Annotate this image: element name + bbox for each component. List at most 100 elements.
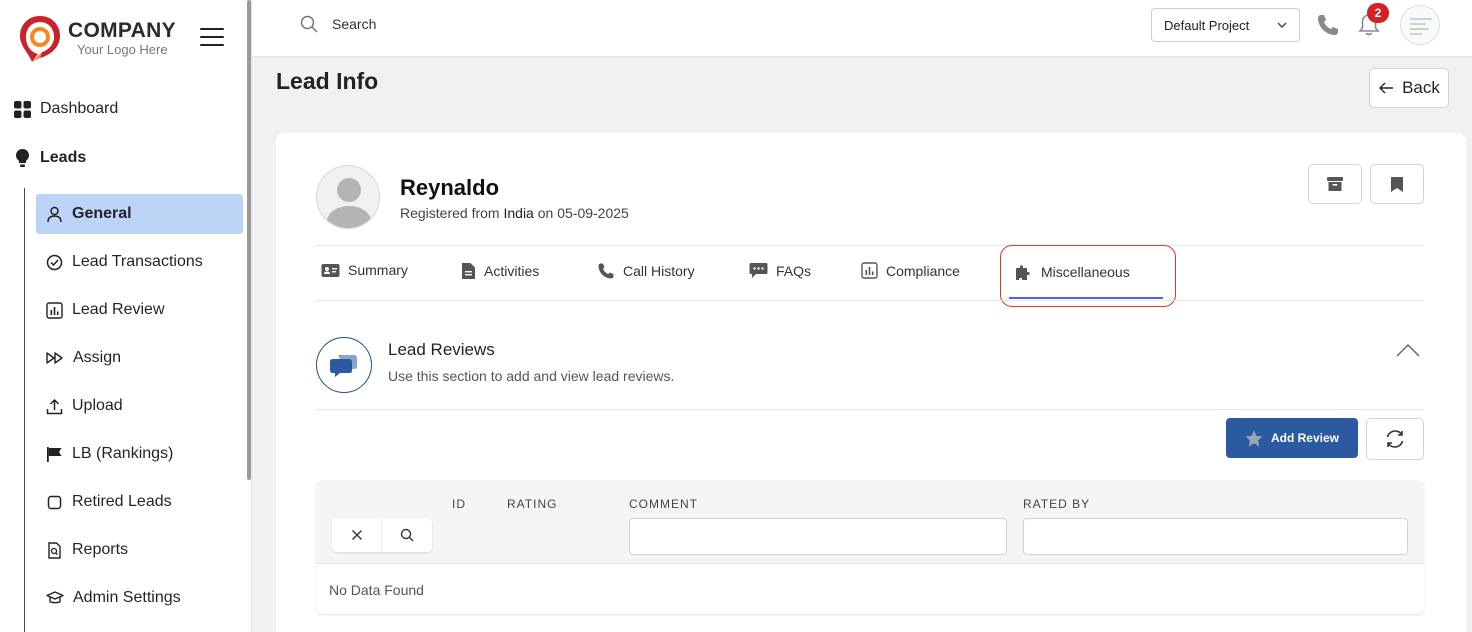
sidebar-item-lead-review[interactable]: Lead Review [36,290,243,330]
clear-filter-button[interactable] [332,518,382,552]
column-header-comment[interactable]: COMMENT [629,497,698,511]
reviews-subtitle: Use this section to add and view lead re… [388,368,675,384]
sidebar-item-label: Reports [72,541,129,558]
project-select-value: Default Project [1164,17,1250,33]
sidebar-item-label: Upload [72,397,123,414]
avatar-thumbnail-icon [1410,18,1432,35]
empty-table-message: No Data Found [329,582,424,598]
back-button-label: Back [1402,78,1440,97]
reviews-table: ID RATING COMMENT RATED BY No Data Found [316,480,1424,614]
tab-label: Compliance [886,262,960,279]
sidebar-item-leads[interactable]: Leads [14,148,86,168]
reviews-divider [316,409,1424,410]
sidebar-item-label: Leads [40,149,87,166]
company-logo: COMPANY Your Logo Here [18,14,176,64]
archive-button[interactable] [1308,164,1362,204]
sidebar-item-general[interactable]: General [36,194,243,234]
logo-subtitle: Your Logo Here [77,42,168,57]
tabs-divider-bottom [316,300,1424,301]
sidebar-item-label: Dashboard [40,100,119,117]
page-title: Lead Info [276,68,379,94]
file-text-icon [462,263,475,279]
column-header-rated-by[interactable]: RATED BY [1023,497,1090,511]
add-review-button[interactable]: Add Review [1226,418,1358,458]
search-icon [300,15,318,33]
bar-chart-icon [46,301,63,319]
lightbulb-icon [16,149,29,167]
check-circle-icon [46,254,63,270]
reviews-title: Lead Reviews [388,340,495,359]
sidebar-item-lb-rankings[interactable]: LB (Rankings) [36,434,243,474]
location-pin-logo-icon [20,16,60,62]
phone-icon [598,263,614,279]
grid-icon [14,100,31,118]
back-button[interactable]: Back [1369,68,1449,108]
lead-country: India [503,205,534,221]
bar-chart-icon [861,262,878,279]
tab-compliance[interactable]: Compliance [861,262,960,279]
comment-filter-input[interactable] [629,518,1007,555]
refresh-icon [1386,430,1404,448]
square-icon [47,495,62,509]
tab-label: Activities [484,263,540,279]
sidebar-item-label: Retired Leads [72,493,172,510]
upload-icon [46,398,63,414]
sidebar-item-upload[interactable]: Upload [36,386,243,426]
bookmark-icon [1391,176,1403,192]
bookmark-button[interactable] [1370,164,1424,204]
sidebar-item-retired-leads[interactable]: Retired Leads [36,482,243,522]
star-icon [1245,430,1263,446]
tab-summary[interactable]: Summary [321,262,408,278]
sidebar: COMPANY Your Logo Here Dashboard Leads G… [0,0,252,632]
menu-toggle-icon[interactable] [200,28,224,46]
lead-registration-info: Registered from India on 05-09-2025 [400,205,629,221]
column-header-rating[interactable]: RATING [507,497,557,511]
fast-forward-icon [46,352,63,364]
tab-label: Call History [623,263,695,279]
tab-highlight-outline [1000,245,1176,307]
id-card-icon [321,263,340,277]
tab-faqs[interactable]: FAQs [749,262,811,279]
sidebar-item-reports[interactable]: Reports [36,530,243,570]
column-header-id[interactable]: ID [452,497,466,511]
arrow-left-icon [1379,82,1394,94]
add-review-label: Add Review [1270,431,1339,445]
logo-title: COMPANY [68,19,176,42]
search-icon [400,528,414,542]
reviews-section-icon [316,337,372,393]
user-avatar[interactable] [1400,5,1440,45]
nav-tree-line [24,188,25,632]
sidebar-item-lead-transactions[interactable]: Lead Transactions [36,242,243,282]
table-header: ID RATING COMMENT RATED BY [316,480,1424,564]
sidebar-item-admin-settings[interactable]: Admin Settings [36,578,243,618]
tab-label: Summary [348,262,408,278]
archive-icon [1327,177,1343,191]
sidebar-scrollbar[interactable] [247,0,251,480]
tab-activities[interactable]: Activities [461,262,539,280]
sidebar-item-label: LB (Rankings) [72,445,174,462]
phone-icon[interactable] [1316,13,1340,37]
sidebar-item-label: Lead Transactions [72,253,203,270]
close-icon [351,530,362,540]
lead-avatar [316,165,380,229]
top-bar: Search Default Project 2 [252,0,1472,57]
sidebar-item-label: General [72,205,132,222]
sidebar-item-dashboard[interactable]: Dashboard [14,100,118,118]
person-silhouette-icon [325,178,373,228]
rated-by-filter-input[interactable] [1023,518,1408,555]
sidebar-item-label: Assign [73,349,122,366]
file-search-icon [48,541,61,559]
tab-call-history[interactable]: Call History [597,262,695,280]
project-select[interactable]: Default Project [1151,8,1300,42]
date-prefix: on [537,205,554,221]
sidebar-item-assign[interactable]: Assign [36,338,243,378]
search-bar[interactable]: Search [300,15,376,33]
apply-filter-button[interactable] [382,518,432,552]
tabs-divider [316,245,1424,246]
refresh-button[interactable] [1366,418,1424,460]
chevron-up-icon[interactable] [1396,343,1420,357]
chat-icon [749,263,768,278]
search-input[interactable]: Search [332,16,376,32]
lead-name: Reynaldo [400,175,500,200]
registration-date: 05-09-2025 [557,205,629,221]
